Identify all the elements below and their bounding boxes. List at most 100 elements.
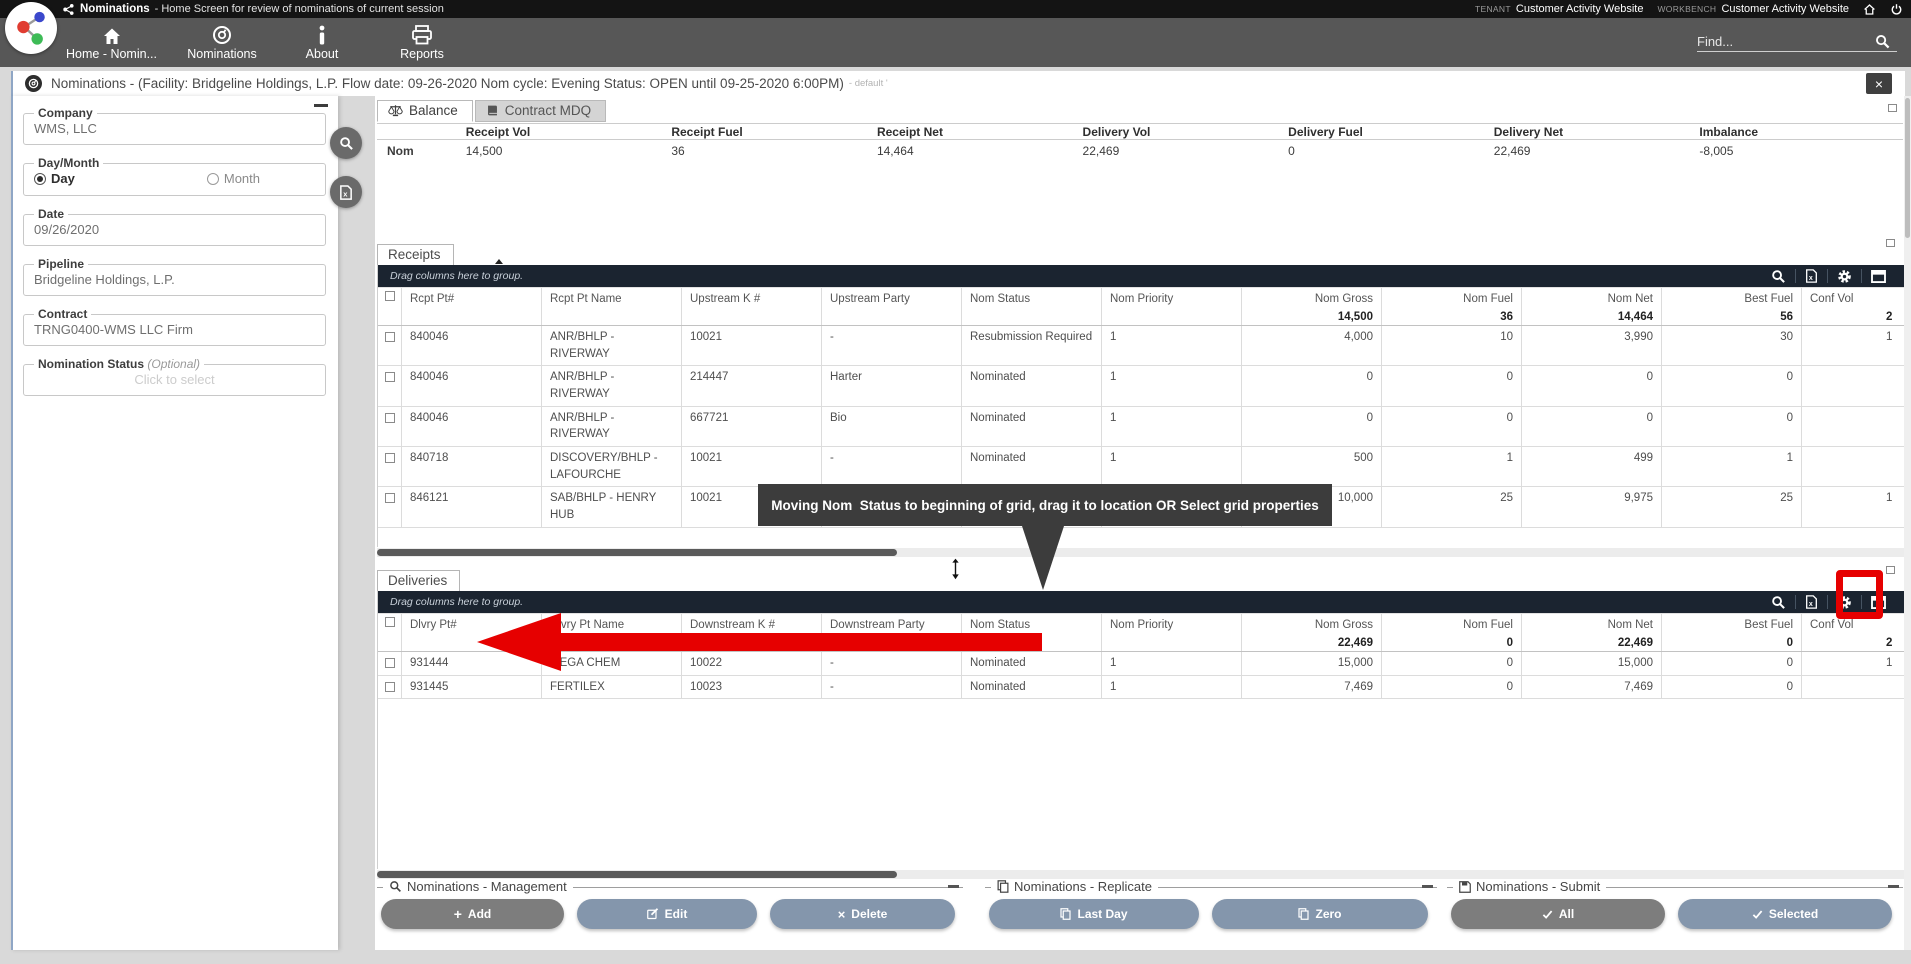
- last-day-button[interactable]: Last Day: [989, 899, 1199, 929]
- cell: Nominated: [962, 652, 1102, 675]
- column-header-conf-vol[interactable]: Conf Vol2: [1802, 614, 1905, 651]
- contract-value[interactable]: TRNG0400-WMS LLC Firm: [32, 321, 317, 339]
- receipts-hscroll-thumb[interactable]: [377, 549, 897, 556]
- home-icon[interactable]: [1863, 3, 1876, 16]
- column-header-nom-fuel[interactable]: Nom Fuel36: [1382, 288, 1522, 325]
- checkbox-icon: [385, 617, 395, 627]
- grid-export-excel-icon[interactable]: x: [1796, 595, 1827, 609]
- nav-label: Nominations: [187, 47, 256, 61]
- deliveries-hscroll-thumb[interactable]: [377, 871, 897, 878]
- pipeline-value[interactable]: Bridgeline Holdings, L.P.: [32, 271, 317, 289]
- submit-selected-button[interactable]: Selected: [1678, 899, 1892, 929]
- cell: Resubmission Required: [962, 326, 1102, 365]
- deliveries-expand-icon[interactable]: [1886, 566, 1895, 574]
- column-header-nom-gross[interactable]: Nom Gross22,469: [1242, 614, 1382, 651]
- find-input[interactable]: [1697, 34, 1867, 49]
- instruction-tooltip: Moving Nom Status to beginning of grid, …: [758, 484, 1332, 526]
- contract-field[interactable]: Contract TRNG0400-WMS LLC Firm: [23, 307, 326, 346]
- tab-contract-mdq[interactable]: Contract MDQ: [475, 100, 606, 122]
- column-header-nom-status[interactable]: Nom Status: [962, 288, 1102, 325]
- nomination-status-field[interactable]: Nomination Status (Optional) Click to se…: [23, 357, 326, 396]
- column-header-nom-gross[interactable]: Nom Gross14,500: [1242, 288, 1382, 325]
- row-checkbox[interactable]: [378, 326, 402, 365]
- grid-search-icon[interactable]: [1762, 269, 1795, 284]
- date-value[interactable]: 09/26/2020: [32, 221, 317, 239]
- column-header-nom-priority[interactable]: Nom Priority: [1102, 288, 1242, 325]
- column-header-rcpt-pt-name[interactable]: Rcpt Pt Name: [542, 288, 682, 325]
- select-all-checkbox[interactable]: [378, 288, 402, 325]
- edit-button[interactable]: Edit: [577, 899, 757, 929]
- search-icon[interactable]: [1875, 34, 1890, 49]
- balance-expand-icon[interactable]: [1888, 104, 1897, 112]
- deliveries-section-label[interactable]: Deliveries: [377, 570, 460, 591]
- sidebar-search-button[interactable]: [330, 127, 362, 159]
- company-value[interactable]: WMS, LLC: [32, 120, 317, 138]
- cell: 25: [1382, 487, 1522, 526]
- row-checkbox[interactable]: [378, 407, 402, 446]
- column-header-nom-net[interactable]: Nom Net22,469: [1522, 614, 1662, 651]
- grid-settings-gear-icon[interactable]: [1828, 269, 1861, 284]
- day-radio[interactable]: Day: [34, 171, 75, 186]
- table-row: 931444MEGA CHEM10022-Nominated115,000015…: [378, 652, 1905, 676]
- nav-item-about[interactable]: About: [287, 25, 357, 61]
- month-radio[interactable]: Month: [207, 171, 260, 186]
- balance-col-receipt-net: Receipt Net: [875, 124, 1081, 139]
- page-nominations-icon: [25, 75, 42, 92]
- cell: [1802, 407, 1905, 446]
- row-checkbox[interactable]: [378, 487, 402, 526]
- sidebar-export-excel-button[interactable]: x: [330, 176, 362, 208]
- receipts-section-label[interactable]: Receipts: [377, 244, 454, 265]
- vertical-scroll-thumb[interactable]: [1905, 98, 1910, 238]
- copy-icon: [1298, 908, 1309, 920]
- receipts-group-bar[interactable]: Drag columns here to group. x: [378, 265, 1905, 287]
- column-header-best-fuel[interactable]: Best Fuel0: [1662, 614, 1802, 651]
- row-checkbox[interactable]: [378, 447, 402, 486]
- column-header-nom-priority[interactable]: Nom Priority: [1102, 614, 1242, 651]
- date-field[interactable]: Date 09/26/2020: [23, 207, 326, 246]
- row-checkbox[interactable]: [378, 366, 402, 405]
- cell: SAB/BHLP - HENRY HUB: [542, 487, 682, 526]
- grid-search-icon[interactable]: [1762, 595, 1795, 610]
- delete-button[interactable]: × Delete: [770, 899, 955, 929]
- panel-collapse-button[interactable]: [1888, 885, 1899, 888]
- close-button[interactable]: ×: [1866, 73, 1892, 94]
- column-total: 14,500: [1250, 309, 1373, 326]
- row-checkbox[interactable]: [378, 652, 402, 675]
- cell: 840046: [402, 326, 542, 365]
- share-icon: [62, 3, 75, 16]
- balance-corner: [377, 124, 464, 139]
- column-header-nom-fuel[interactable]: Nom Fuel0: [1382, 614, 1522, 651]
- panel-collapse-button[interactable]: [948, 885, 959, 888]
- nomination-status-placeholder[interactable]: Click to select: [32, 371, 317, 389]
- cell: Nominated: [962, 676, 1102, 699]
- add-button[interactable]: + Add: [381, 899, 564, 929]
- nav-item-nominations[interactable]: Nominations: [187, 25, 257, 61]
- app-logo[interactable]: [5, 2, 57, 54]
- zero-button[interactable]: Zero: [1212, 899, 1428, 929]
- pipeline-field[interactable]: Pipeline Bridgeline Holdings, L.P.: [23, 257, 326, 296]
- cell: [1802, 366, 1905, 405]
- column-header-best-fuel[interactable]: Best Fuel56: [1662, 288, 1802, 325]
- receipts-expand-icon[interactable]: [1886, 239, 1895, 247]
- nav-item-reports[interactable]: Reports: [387, 25, 457, 61]
- grid-maximize-icon[interactable]: [1862, 270, 1895, 283]
- company-field[interactable]: Company WMS, LLC: [23, 106, 326, 145]
- cell: Harter: [822, 366, 962, 405]
- submit-all-button[interactable]: All: [1451, 899, 1665, 929]
- deliveries-group-bar[interactable]: Drag columns here to group. x: [378, 591, 1905, 613]
- grid-export-excel-icon[interactable]: x: [1796, 269, 1827, 283]
- row-checkbox[interactable]: [378, 676, 402, 699]
- column-header-rcpt-pt-[interactable]: Rcpt Pt#: [402, 288, 542, 325]
- column-header-upstream-k-[interactable]: Upstream K #: [682, 288, 822, 325]
- panel-collapse-button[interactable]: [1422, 885, 1433, 888]
- column-header-conf-vol[interactable]: Conf Vol2: [1802, 288, 1905, 325]
- column-header-nom-net[interactable]: Nom Net14,464: [1522, 288, 1662, 325]
- select-all-checkbox[interactable]: [378, 614, 402, 651]
- nav-item-home[interactable]: Home - Nomin...: [66, 25, 157, 61]
- sidebar-collapse-button[interactable]: [314, 104, 328, 107]
- power-icon[interactable]: [1890, 3, 1903, 16]
- panel-nominations-management: Nominations - Management + Add Edit × De…: [377, 887, 963, 943]
- cell: 500: [1242, 447, 1382, 486]
- tab-balance[interactable]: Balance: [377, 100, 473, 122]
- column-header-upstream-party[interactable]: Upstream Party: [822, 288, 962, 325]
